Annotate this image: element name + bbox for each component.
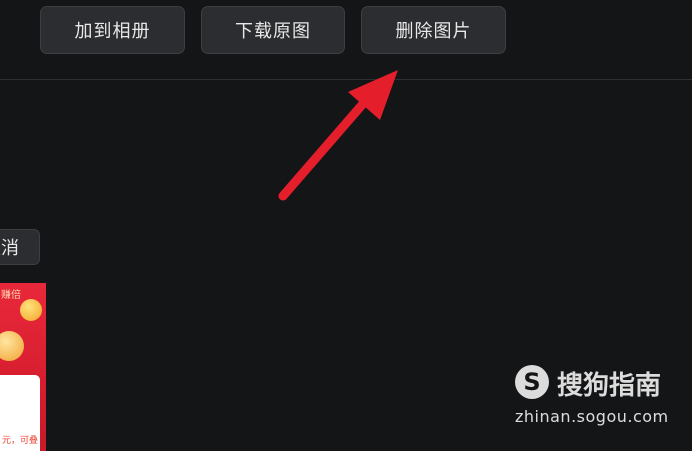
toolbar-divider	[0, 79, 692, 80]
thumbnail-title: 赚倍	[1, 290, 21, 301]
watermark-url: zhinan.sogou.com	[515, 407, 669, 426]
add-to-album-button[interactable]: 加到相册	[40, 6, 185, 54]
delete-image-button[interactable]: 删除图片	[361, 6, 506, 54]
coin-icon	[0, 331, 24, 361]
cancel-button[interactable]: 取消	[0, 229, 40, 265]
download-original-button[interactable]: 下载原图	[201, 6, 345, 54]
thumbnail-card: 元，可叠	[0, 375, 40, 451]
sogou-logo-icon: S	[515, 365, 549, 399]
coin-icon	[20, 299, 42, 321]
image-thumbnail[interactable]: 赚倍 元，可叠	[0, 283, 46, 451]
thumbnail-card-text: 元，可叠	[2, 436, 39, 446]
watermark-brand: 搜狗指南	[557, 371, 662, 401]
